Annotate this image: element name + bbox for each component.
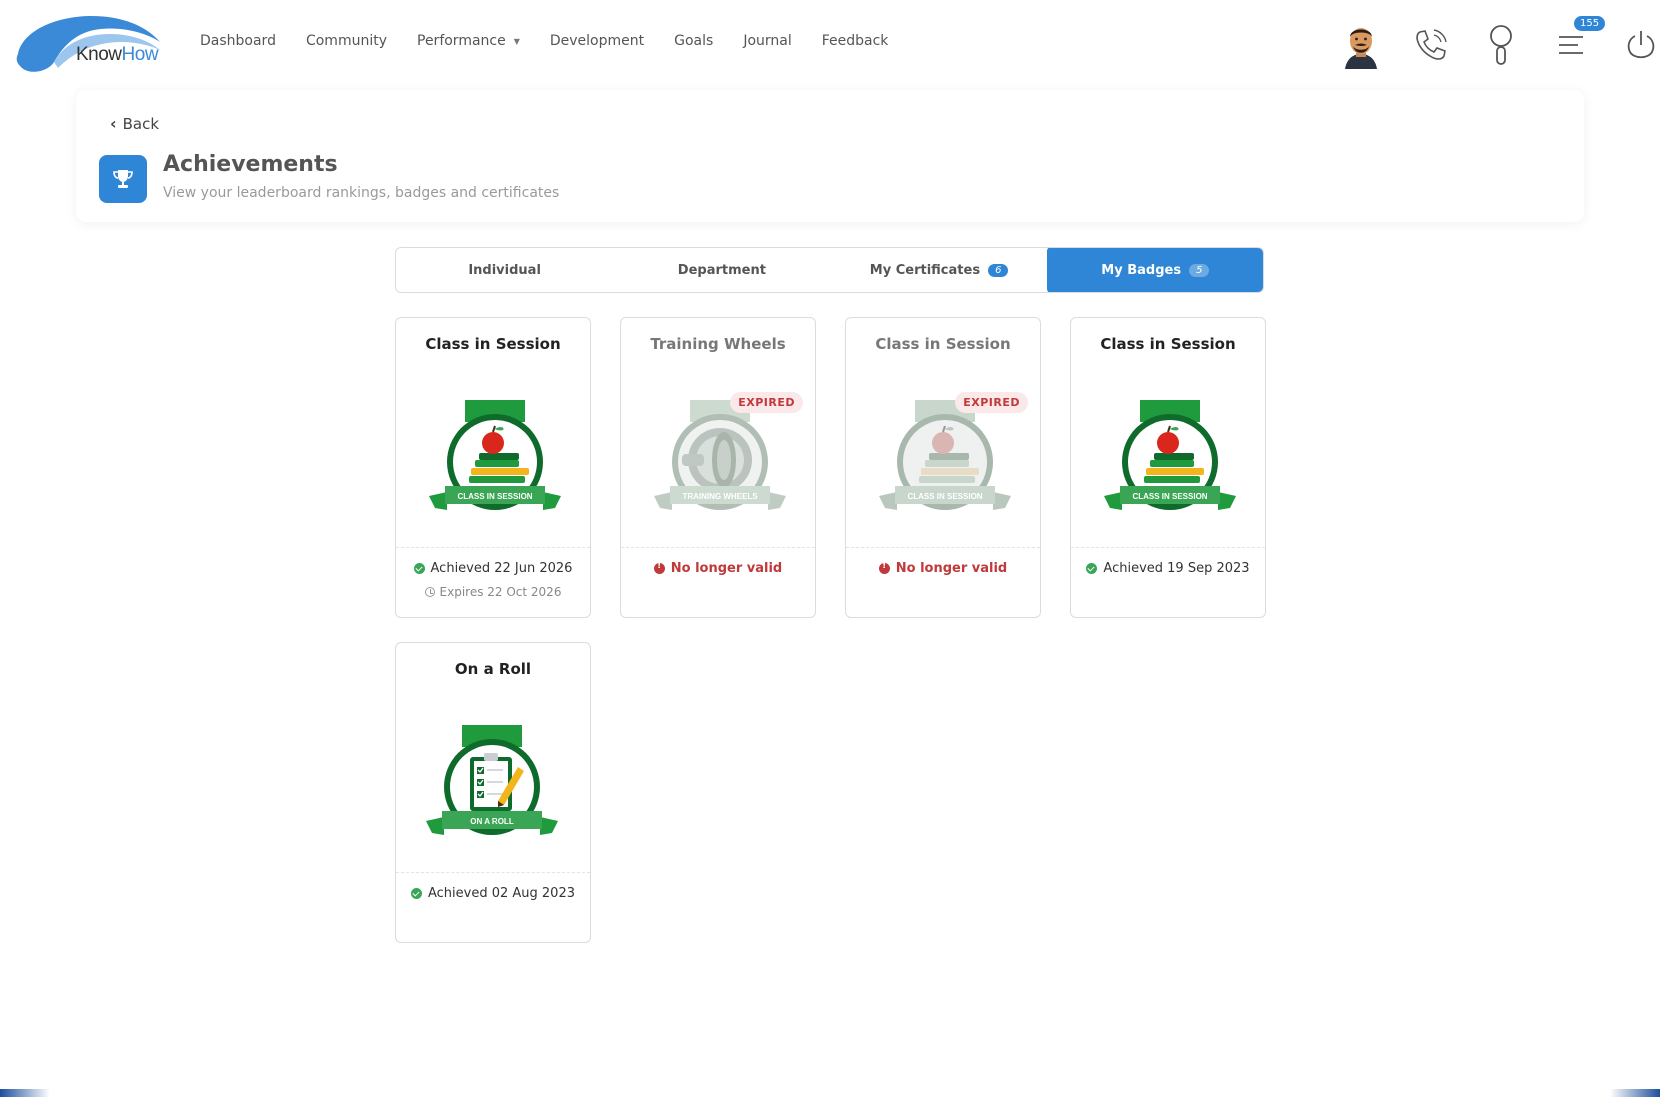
search-icon[interactable] [1466,20,1536,70]
badges-count-badge: 5 [1189,263,1210,277]
nav-development[interactable]: Development [550,33,644,49]
badge-card[interactable]: On a Roll ON A ROLL Achieved 02 Aug 2023 [395,642,591,943]
badge-status: Achieved 19 Sep 2023 [1071,561,1265,576]
tab-my-badges[interactable]: My Badges 5 [1046,248,1263,292]
tab-label: My Certificates [869,262,981,278]
badge-title: Class in Session [1100,335,1236,353]
certificates-count-badge: 6 [988,263,1009,277]
badge-card[interactable]: Class in Session CLASS IN SESSION EXPIRE… [845,317,1041,618]
badge-expiry-text: Expires 22 Oct 2026 [439,585,562,599]
on-a-roll-badge-icon: ON A ROLL [426,725,558,835]
class-in-session-badge-icon: CLASS IN SESSION [879,400,1011,510]
badge-banner-text: CLASS IN SESSION [1132,492,1207,501]
expired-tag: EXPIRED [955,392,1028,413]
back-button[interactable]: ‹ Back [110,114,159,133]
badge-status: Achieved 22 Jun 2026 [396,561,590,576]
knowhow-logo[interactable]: KnowHow [14,14,160,74]
page-subtitle: View your leaderboard rankings, badges a… [163,185,560,201]
check-circle-icon [1086,563,1098,574]
badge-title: Class in Session [425,335,561,353]
tab-individual[interactable]: Individual [396,248,613,292]
check-circle-icon [410,888,422,899]
tab-department[interactable]: Department [613,248,830,292]
badge-status-text: Achieved 19 Sep 2023 [1103,561,1250,576]
phone-icon[interactable] [1396,20,1466,70]
card-divider [846,547,1040,548]
logo-text-how: How [121,44,159,65]
badge-status: Achieved 02 Aug 2023 [396,886,590,901]
badge-banner-text: CLASS IN SESSION [457,492,532,501]
badge-title: Training Wheels [650,335,786,353]
trophy-icon [99,155,147,203]
badge-status-text: Achieved 02 Aug 2023 [427,886,575,901]
badge-card[interactable]: Class in Session CLASS IN SESSION Achiev… [1070,317,1266,618]
tab-my-certificates[interactable]: My Certificates 6 [831,248,1048,292]
avatar[interactable] [1326,20,1396,70]
badge-banner-text: ON A ROLL [470,817,514,826]
badge-card[interactable]: Class in Session CLASS IN SESSION Achiev… [395,317,591,618]
class-in-session-badge-icon: CLASS IN SESSION [429,400,561,510]
card-divider [396,547,590,548]
card-divider [621,547,815,548]
badge-status-text: Achieved 22 Jun 2026 [430,561,573,576]
card-divider [396,872,590,873]
badge-banner-text: CLASS IN SESSION [907,492,982,501]
badge-card[interactable]: Training Wheels TRAINING WHEELS EXPIRED … [620,317,816,618]
badge-title: Class in Session [875,335,1011,353]
page-title: Achievements [163,152,338,177]
badge-status-text: No longer valid [895,561,1008,576]
nav-community[interactable]: Community [306,33,387,49]
card-divider [1071,547,1265,548]
nav-actions: 155 [1326,16,1660,70]
achievement-tabs: Individual Department My Certificates 6 … [395,247,1264,293]
alert-circle-icon [653,561,665,574]
power-icon[interactable] [1606,20,1660,70]
page-bottom-band [0,1089,1660,1097]
class-in-session-badge-icon: CLASS IN SESSION [1104,400,1236,510]
badge-status: No longer valid [846,561,1040,576]
badge-status-text: No longer valid [670,561,783,576]
nav-journal[interactable]: Journal [743,33,791,49]
nav-links: Dashboard Community Performance ▼ Develo… [200,33,888,49]
nav-performance[interactable]: Performance ▼ [417,33,520,49]
user-avatar-icon [1345,28,1377,69]
back-label: Back [122,114,160,133]
tab-label: My Badges [1101,262,1182,278]
chevron-down-icon: ▼ [513,36,520,46]
top-navigation: KnowHow Dashboard Community Performance … [0,0,1660,88]
menu-icon[interactable]: 155 [1536,16,1606,70]
clock-icon [424,587,435,597]
alert-circle-icon [878,561,890,574]
chevron-left-icon: ‹ [110,114,117,133]
badge-banner-text: TRAINING WHEELS [682,492,758,501]
page-header-card: ‹ Back Achievements View your leaderboar… [76,90,1584,222]
nav-feedback[interactable]: Feedback [822,33,889,49]
notification-count-badge: 155 [1574,16,1606,31]
training-wheels-badge-icon: TRAINING WHEELS [654,400,786,510]
badge-title: On a Roll [454,660,532,678]
check-circle-icon [413,563,425,574]
badge-expiry: Expires 22 Oct 2026 [396,585,590,599]
nav-performance-label: Performance [417,33,506,49]
expired-tag: EXPIRED [730,392,803,413]
logo-text-know: Know [76,44,122,65]
badge-status: No longer valid [621,561,815,576]
nav-dashboard[interactable]: Dashboard [200,33,276,49]
nav-goals[interactable]: Goals [674,33,713,49]
tab-label: Individual [468,262,541,278]
tab-label: Department [677,262,766,278]
